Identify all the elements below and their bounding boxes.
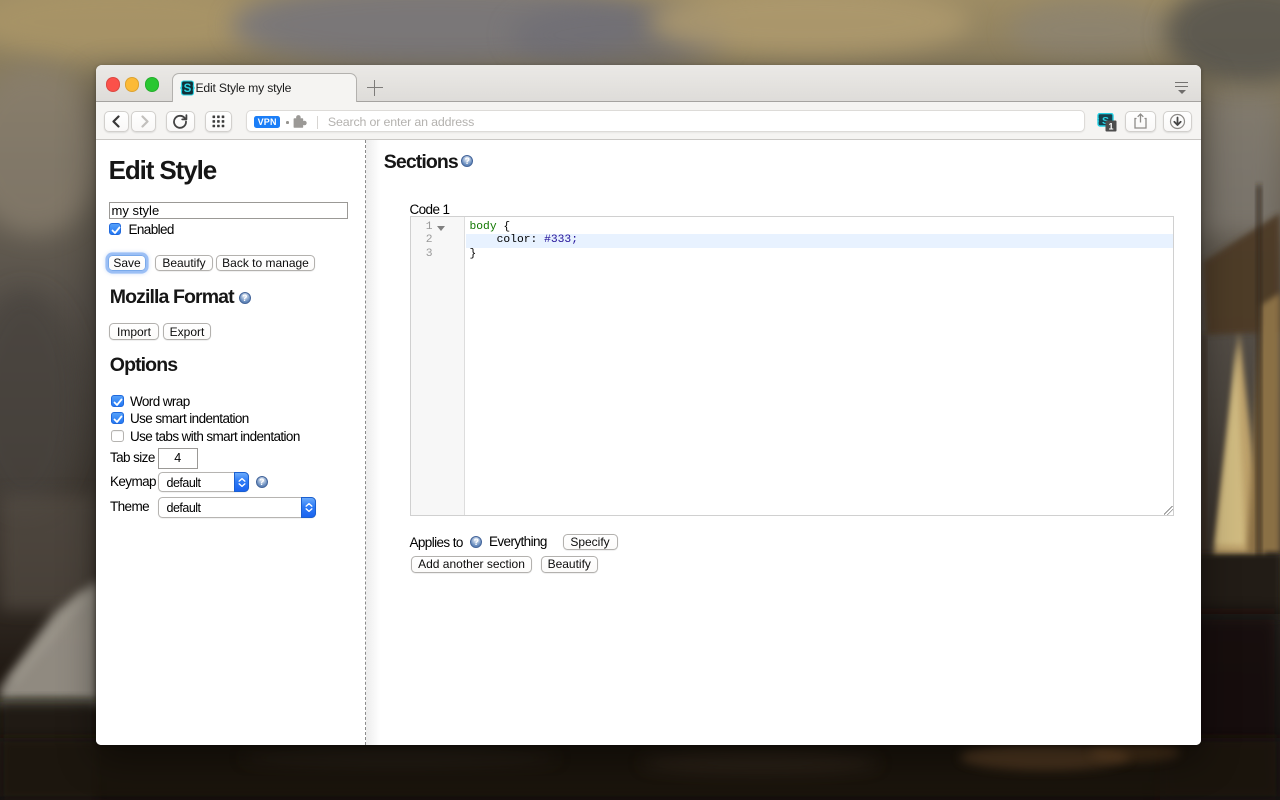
svg-text:S: S [183,83,191,95]
svg-text:1: 1 [1108,121,1113,131]
